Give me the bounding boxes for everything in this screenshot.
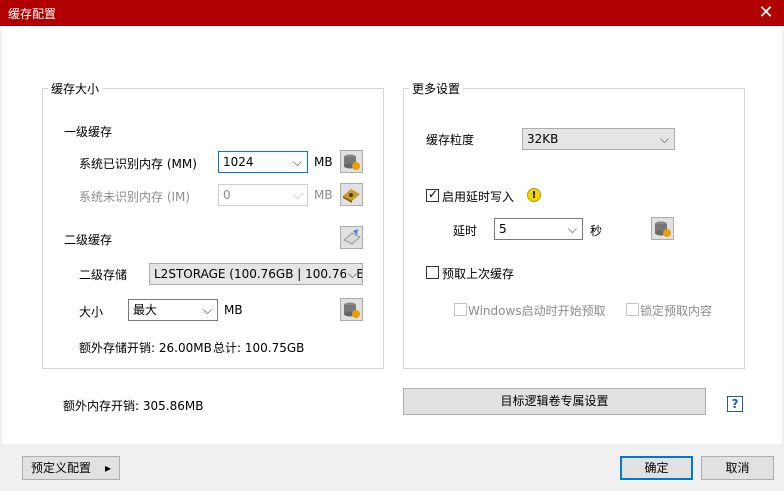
database-gear-icon xyxy=(344,154,360,170)
presets-button[interactable]: 预定义配置 ▸ xyxy=(22,456,120,480)
title-bar xyxy=(0,0,784,26)
volume-settings-button[interactable]: 目标逻辑卷专属设置 xyxy=(403,388,706,415)
lock-prefetch-label: 锁定预取内容 xyxy=(640,304,713,318)
memory-card-icon xyxy=(343,189,360,203)
unrecognized-memory-value: 0 xyxy=(223,188,231,202)
storage-overhead-text: 额外存储开销: 26.00MB xyxy=(79,341,212,355)
unrecognized-memory-label: 系统未识别内存 (IM) xyxy=(79,190,191,204)
chevron-down-icon: ⌵ xyxy=(345,264,357,284)
size-unit: MB xyxy=(224,303,243,317)
chevron-down-icon: ⌵ xyxy=(567,222,577,236)
chevron-down-icon: ⌵ xyxy=(292,188,302,202)
cache-size-legend: 缓存大小 xyxy=(48,80,103,97)
storage-label: 二级存储 xyxy=(79,268,128,282)
help-icon[interactable]: ? xyxy=(727,396,743,412)
memory-overhead-text: 额外内存开销: 305.86MB xyxy=(63,399,204,413)
recognized-memory-unit: MB xyxy=(314,155,333,169)
size-settings-button[interactable] xyxy=(340,298,363,321)
presets-label: 预定义配置 xyxy=(31,461,92,475)
chevron-down-icon: ⌵ xyxy=(292,155,302,169)
storage-total-text: 总计: 100.75GB xyxy=(213,341,305,355)
prefetch-label[interactable]: 预取上次缓存 xyxy=(442,265,514,282)
delay-value: 5 xyxy=(499,222,507,236)
level2-heading: 二级缓存 xyxy=(64,233,113,247)
granularity-label: 缓存粒度 xyxy=(426,133,475,147)
chevron-down-icon: ⌵ xyxy=(202,303,212,317)
recognized-memory-label: 系统已识别内存 (MM) xyxy=(79,157,197,171)
size-select[interactable]: 最大 ⌵ xyxy=(128,299,218,321)
database-gear-icon xyxy=(655,221,671,237)
granularity-value: 32KB xyxy=(527,132,559,146)
delay-settings-button[interactable] xyxy=(651,217,674,240)
storage-select[interactable]: L2STORAGE (100.76GB | 100.76GB 空闲 ⌵ xyxy=(149,263,363,285)
storage-value: L2STORAGE (100.76GB | 100.76GB 空闲 xyxy=(154,267,363,281)
prefetch-on-start-label: Windows启动时开始预取 xyxy=(468,304,606,318)
deferred-write-checkbox[interactable] xyxy=(426,187,439,202)
triangle-right-icon: ▸ xyxy=(104,461,111,475)
ok-button[interactable]: 确定 xyxy=(620,456,693,480)
memory-settings-button[interactable] xyxy=(340,183,363,206)
delay-unit: 秒 xyxy=(590,224,603,238)
lock-prefetch-checkbox[interactable] xyxy=(626,303,639,316)
close-icon[interactable]: ✕ xyxy=(753,2,779,24)
database-settings-button[interactable] xyxy=(340,150,363,173)
granularity-select[interactable]: 32KB ⌵ xyxy=(522,128,675,150)
warning-icon: ! xyxy=(527,188,541,202)
unrecognized-memory-select[interactable]: 0 ⌵ xyxy=(218,184,308,206)
recognized-memory-value: 1024 xyxy=(223,155,254,169)
unrecognized-memory-unit: MB xyxy=(314,188,333,202)
level1-heading: 一级缓存 xyxy=(64,125,113,139)
window-title: 缓存配置 xyxy=(8,7,57,21)
prefetch-checkbox[interactable] xyxy=(426,266,439,279)
size-value: 最大 xyxy=(133,303,158,317)
recognized-memory-select[interactable]: 1024 ⌵ xyxy=(218,151,308,173)
deferred-write-label[interactable]: 启用延时写入 xyxy=(442,188,514,205)
chevron-down-icon: ⌵ xyxy=(659,132,669,146)
storage-settings-button[interactable] xyxy=(340,226,363,249)
size-label: 大小 xyxy=(79,305,104,319)
delay-select[interactable]: 5 ⌵ xyxy=(494,218,583,240)
disk-icon xyxy=(343,229,361,245)
prefetch-on-start-checkbox[interactable] xyxy=(454,303,467,316)
cancel-button[interactable]: 取消 xyxy=(701,456,774,480)
delay-label: 延时 xyxy=(453,224,478,238)
more-settings-legend: 更多设置 xyxy=(409,80,464,97)
database-gear-icon xyxy=(344,302,360,318)
